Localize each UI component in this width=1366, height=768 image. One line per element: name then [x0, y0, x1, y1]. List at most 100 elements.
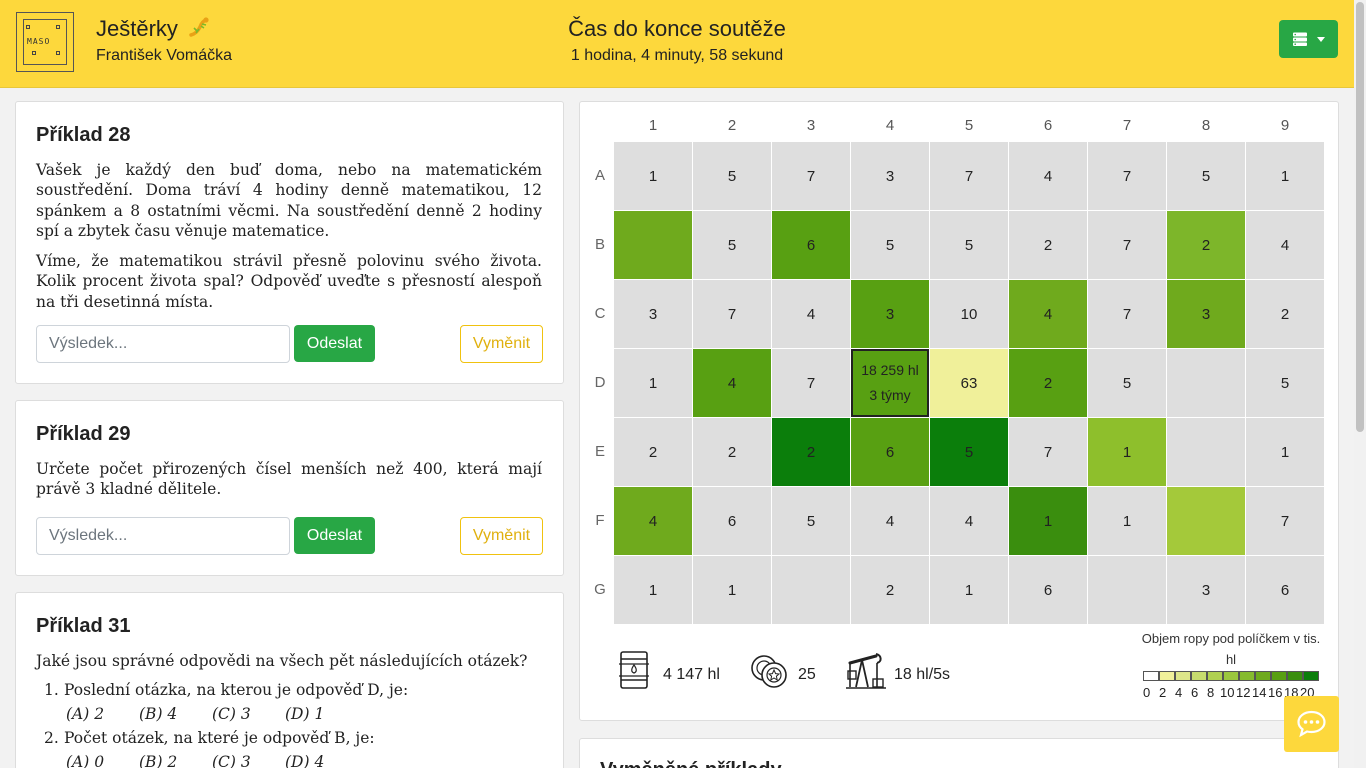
map-cell-D6[interactable]: 2 — [1009, 349, 1087, 417]
map-cell-D5[interactable]: 63 — [930, 349, 1008, 417]
problem-text: Víme, že matematikou strávil přesně polo… — [36, 252, 542, 311]
map-cell-B9[interactable]: 4 — [1246, 211, 1324, 279]
submit-button[interactable]: Odeslat — [294, 517, 375, 554]
team-name: Ještěrky — [96, 16, 210, 42]
map-cell-E1[interactable]: 2 — [614, 418, 692, 486]
map-cell-A2[interactable]: 5 — [693, 142, 771, 210]
map-cell-F4[interactable]: 4 — [851, 487, 929, 555]
map-cell-C8[interactable]: 3 — [1167, 280, 1245, 348]
map-cell-E3[interactable]: 2 — [772, 418, 850, 486]
map-cell-B8[interactable]: 2 — [1167, 211, 1245, 279]
logo-dot — [56, 51, 60, 55]
map-column-header: 6 — [1043, 117, 1053, 134]
question-item: 2. Počet otázek, na které je odpověď B, … — [44, 726, 544, 750]
map-cell-D8[interactable] — [1167, 349, 1245, 417]
map-cell-D1[interactable]: 1 — [614, 349, 692, 417]
swap-button[interactable]: Vyměnit — [460, 517, 543, 555]
map-column-header: 8 — [1201, 117, 1211, 134]
map-row-header: G — [594, 581, 606, 598]
map-cell-E5[interactable]: 5 — [930, 418, 1008, 486]
submit-button[interactable]: Odeslat — [294, 325, 375, 362]
map-cell-A1[interactable]: 1 — [614, 142, 692, 210]
map-cell-A3[interactable]: 7 — [772, 142, 850, 210]
scrollbar-thumb[interactable] — [1356, 2, 1364, 432]
timer-title: Čas do konce soutěže — [568, 16, 786, 41]
map-cell-E8[interactable] — [1167, 418, 1245, 486]
map-cell-F2[interactable]: 6 — [693, 487, 771, 555]
map-cell-C1[interactable]: 3 — [614, 280, 692, 348]
map-cell-G5[interactable]: 1 — [930, 556, 1008, 624]
map-cell-A6[interactable]: 4 — [1009, 142, 1087, 210]
map-cell-D3[interactable]: 7 — [772, 349, 850, 417]
coin-count: 25 — [798, 666, 816, 683]
map-cell-G9[interactable]: 6 — [1246, 556, 1324, 624]
map-cell-D7[interactable]: 5 — [1088, 349, 1166, 417]
map-cell-B6[interactable]: 2 — [1009, 211, 1087, 279]
map-cell-D2[interactable]: 4 — [693, 349, 771, 417]
map-cell-F9[interactable]: 7 — [1246, 487, 1324, 555]
map-cell-C4[interactable]: 3 — [851, 280, 929, 348]
map-cell-C5[interactable]: 10 — [930, 280, 1008, 348]
map-cell-C2[interactable]: 7 — [693, 280, 771, 348]
problem-card-31: Příklad 31 Jaké jsou správné odpovědi na… — [15, 592, 564, 768]
map-cell-A9[interactable]: 1 — [1246, 142, 1324, 210]
legend-swatch — [1255, 671, 1271, 681]
legend-tick: 10 — [1220, 685, 1235, 700]
map-cell-B2[interactable]: 5 — [693, 211, 771, 279]
map-cell-C6[interactable]: 4 — [1009, 280, 1087, 348]
map-cell-E2[interactable]: 2 — [693, 418, 771, 486]
map-cell-A5[interactable]: 7 — [930, 142, 1008, 210]
legend-swatch — [1287, 671, 1303, 681]
map-cell-B3[interactable]: 6 — [772, 211, 850, 279]
exchanged-problems-card: Vyměněné příklady — [579, 738, 1339, 768]
page-scrollbar[interactable] — [1354, 0, 1366, 768]
map-cell-E9[interactable]: 1 — [1246, 418, 1324, 486]
map-cell-C3[interactable]: 4 — [772, 280, 850, 348]
map-cell-B7[interactable]: 7 — [1088, 211, 1166, 279]
chat-button[interactable] — [1284, 696, 1339, 752]
map-cell-B4[interactable]: 5 — [851, 211, 929, 279]
map-cell-E4[interactable]: 6 — [851, 418, 929, 486]
problem-text: Určete počet přirozených čísel menších n… — [36, 460, 542, 499]
map-cell-G8[interactable]: 3 — [1167, 556, 1245, 624]
map-column-header: 4 — [885, 117, 895, 134]
map-cell-A4[interactable]: 3 — [851, 142, 929, 210]
question-text: Poslední otázka, na kterou je odpověď D,… — [64, 681, 409, 699]
map-cell-D4[interactable]: 18 259 hl 3 týmy — [851, 349, 929, 417]
swap-button[interactable]: Vyměnit — [460, 325, 543, 363]
problem-title: Příklad 29 — [36, 423, 131, 445]
map-column-header: 5 — [964, 117, 974, 134]
answer-input[interactable] — [36, 325, 290, 363]
answer-input[interactable] — [36, 517, 290, 555]
legend-tick: 4 — [1175, 685, 1183, 700]
maso-logo[interactable]: MASO — [16, 12, 74, 72]
map-cell-G3[interactable] — [772, 556, 850, 624]
logo-text: MASO — [27, 37, 51, 46]
map-cell-B1[interactable] — [614, 211, 692, 279]
map-cell-C7[interactable]: 7 — [1088, 280, 1166, 348]
map-cell-G7[interactable] — [1088, 556, 1166, 624]
map-cell-E6[interactable]: 7 — [1009, 418, 1087, 486]
map-cell-D9[interactable]: 5 — [1246, 349, 1324, 417]
map-cell-G4[interactable]: 2 — [851, 556, 929, 624]
map-cell-A8[interactable]: 5 — [1167, 142, 1245, 210]
legend-swatch — [1143, 671, 1159, 681]
map-cell-F3[interactable]: 5 — [772, 487, 850, 555]
map-cell-E7[interactable]: 1 — [1088, 418, 1166, 486]
map-cell-C9[interactable]: 2 — [1246, 280, 1324, 348]
map-cell-A7[interactable]: 7 — [1088, 142, 1166, 210]
map-cell-F5[interactable]: 4 — [930, 487, 1008, 555]
menu-dropdown-button[interactable] — [1279, 20, 1338, 58]
map-cell-F8[interactable] — [1167, 487, 1245, 555]
map-cell-G1[interactable]: 1 — [614, 556, 692, 624]
map-column-header: 3 — [806, 117, 816, 134]
problem-card-28: Příklad 28 Vašek je každý den buď doma, … — [15, 101, 564, 384]
map-cell-F6[interactable]: 1 — [1009, 487, 1087, 555]
map-cell-F1[interactable]: 4 — [614, 487, 692, 555]
map-cell-G2[interactable]: 1 — [693, 556, 771, 624]
map-cell-F7[interactable]: 1 — [1088, 487, 1166, 555]
question-options: (A) 0 (B) 2 (C) 3 (D) 4 — [64, 750, 544, 768]
map-cell-G6[interactable]: 6 — [1009, 556, 1087, 624]
map-column-header: 2 — [727, 117, 737, 134]
map-cell-B5[interactable]: 5 — [930, 211, 1008, 279]
